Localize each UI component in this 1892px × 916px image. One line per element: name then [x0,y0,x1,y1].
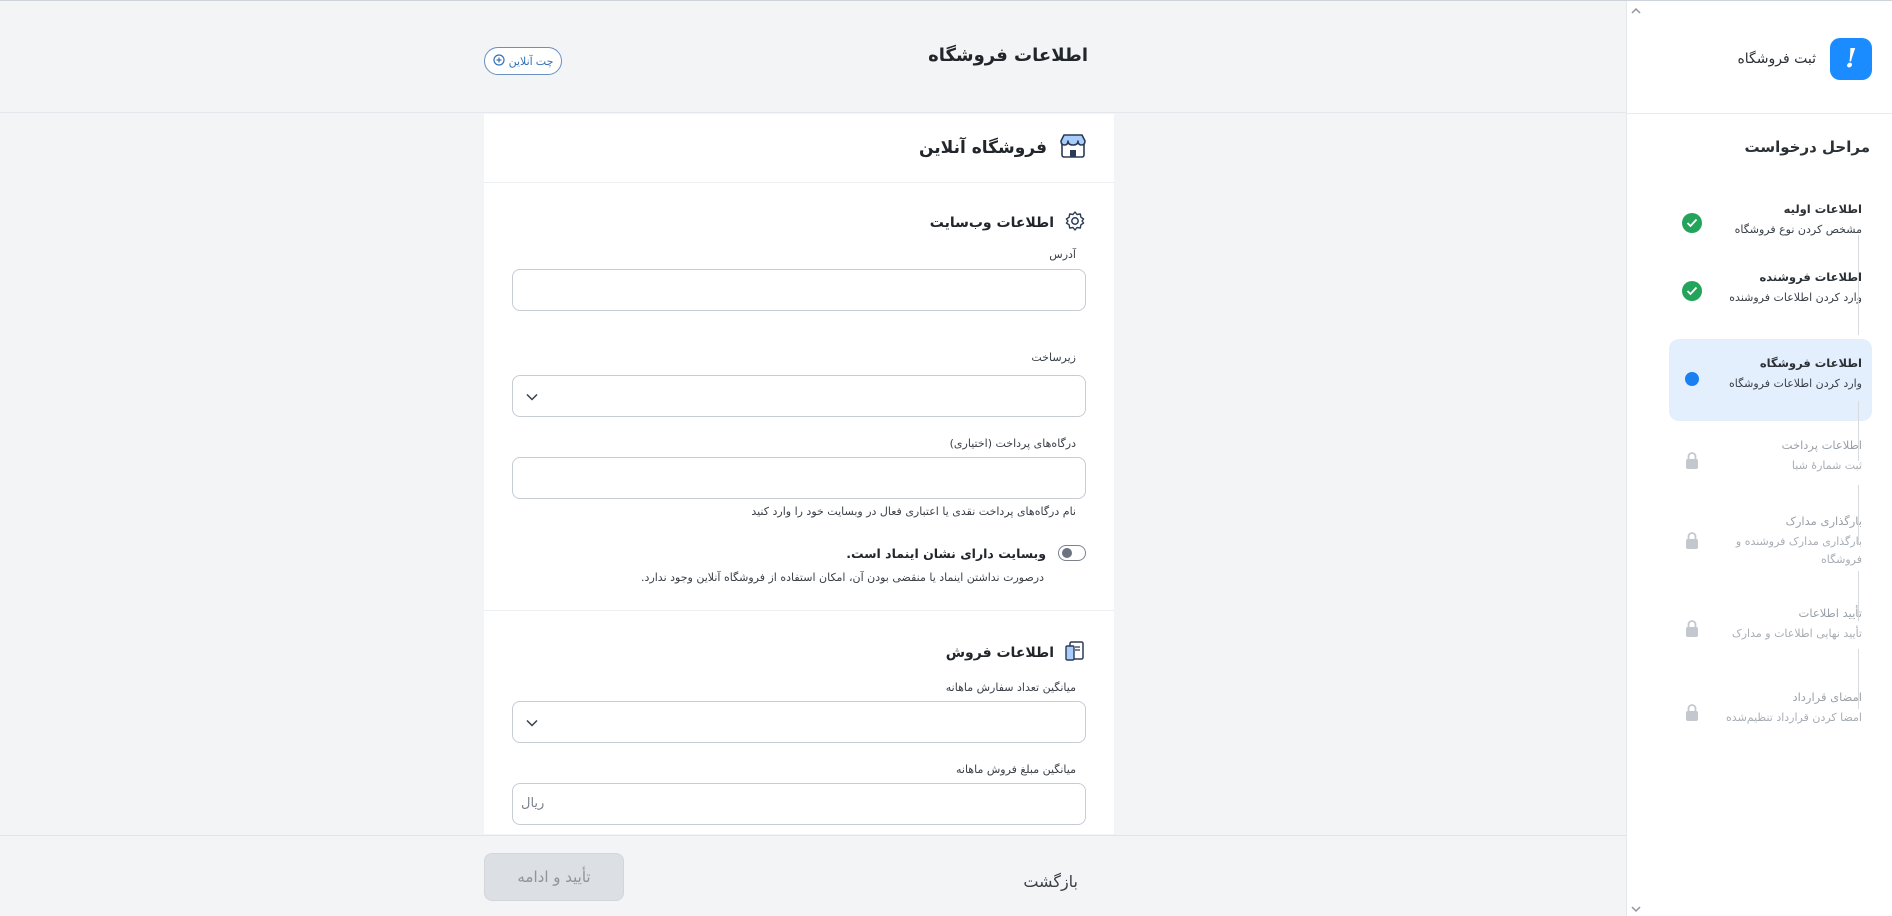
back-button[interactable]: بازگشت [1023,872,1078,891]
step-upload-documents: بارگذاری مدارک بارگذاری مدارک فروشنده و … [1669,501,1872,593]
page-title: اطلاعات فروشگاه [928,45,1088,66]
step-description: بارگذاری مدارک فروشنده و فروشگاه [1735,535,1862,566]
step-title: اطلاعات فروشنده [1759,270,1862,284]
step-connector [1858,485,1859,545]
sales-document-icon [1064,640,1086,666]
address-label: آدرس [1049,248,1076,261]
orders-label: میانگین تعداد سفارش ماهانه [945,681,1076,694]
step-connector [1858,235,1859,335]
footer-bar: بازگشت تأیید و ادامه [0,835,1626,916]
scroll-down-arrow-icon[interactable] [1629,902,1643,916]
step-description: وارد کردن اطلاعات فروشنده [1729,291,1862,304]
monthly-sales-amount-input[interactable]: ریال [512,783,1086,825]
step-confirm-info: تأیید اطلاعات تأیید نهایی اطلاعات و مدار… [1669,593,1872,677]
step-sign-contract: امضای قرارداد امضا کردن قرارداد تنظیم‌شد… [1669,677,1872,747]
step-connector [1858,401,1859,461]
step-description: امضا کردن قرارداد تنظیم‌شده [1726,711,1862,724]
chevron-down-icon [525,389,539,408]
gateways-label: درگاه‌های پرداخت (اختیاری) [949,437,1076,450]
online-chat-button[interactable]: چت آنلاین [484,47,562,75]
current-step-dot-icon [1685,372,1699,386]
step-connector [1858,571,1859,621]
website-section: اطلاعات وب‌سایت آدرس زیرساخت درگاه‌های پ… [484,183,1114,584]
section-title: اطلاعات فروش [945,645,1054,661]
step-description: ثبت شمارهٔ شبا [1791,459,1862,472]
chevron-down-icon [525,715,539,734]
check-icon [1682,281,1702,301]
enamad-row: وبسایت دارای نشان اینماد است. [512,545,1086,561]
currency-unit: ریال [521,796,545,811]
store-icon [1059,132,1087,164]
store-info-card: فروشگاه آنلاین اطلاعات وب‌سایت آدرس زیرس… [484,114,1114,834]
steps-heading: مراحل درخواست [1744,138,1870,156]
chat-button-label: چت آنلاین [508,55,554,68]
section-header: اطلاعات وب‌سایت [512,210,1086,236]
brand-logo: ! [1830,38,1872,80]
step-seller-info[interactable]: اطلاعات فروشنده وارد کردن اطلاعات فروشند… [1669,257,1872,339]
step-description: وارد کردن اطلاعات فروشگاه [1728,377,1862,390]
step-title: بارگذاری مدارک [1785,514,1862,528]
section-title: اطلاعات وب‌سایت [929,215,1054,231]
step-store-info[interactable]: اطلاعات فروشگاه وارد کردن اطلاعات فروشگا… [1669,339,1872,421]
lock-icon [1684,619,1700,639]
payment-gateways-input[interactable] [512,457,1086,499]
section-header: اطلاعات فروش [512,640,1086,666]
lock-icon [1684,531,1700,551]
step-basic-info[interactable]: اطلاعات اولیه مشخص کردن نوع فروشگاه [1669,189,1872,257]
gateways-hint: نام درگاه‌های پرداخت نقدی یا اعتباری فعا… [751,505,1076,518]
step-title: اطلاعات فروشگاه [1759,356,1862,370]
enamad-toggle[interactable] [1058,545,1086,561]
step-title: اطلاعات پرداخت [1781,438,1862,452]
sidebar: ! ثبت فروشگاه مراحل درخواست اطلاعات اولی… [1626,1,1892,916]
monthly-orders-select[interactable] [512,701,1086,743]
divider [1627,113,1892,114]
step-title: تأیید اطلاعات [1798,606,1862,620]
card-header: فروشگاه آنلاین [484,114,1114,183]
confirm-continue-button[interactable]: تأیید و ادامه [484,853,624,901]
enamad-label: وبسایت دارای نشان اینماد است. [846,545,1046,561]
step-description: تأیید نهایی اطلاعات و مدارک [1731,627,1862,640]
brand-title: ثبت فروشگاه [1737,51,1816,67]
amount-label: میانگین مبلغ فروش ماهانه [955,763,1076,776]
step-payment-info: اطلاعات پرداخت ثبت شمارهٔ شبا [1669,421,1872,501]
plus-circle-icon [493,53,505,69]
steps-list: اطلاعات اولیه مشخص کردن نوع فروشگاه اطلا… [1669,189,1872,747]
brand: ! ثبت فروشگاه [1737,38,1872,80]
scroll-up-arrow-icon[interactable] [1629,3,1643,17]
step-title: اطلاعات اولیه [1783,202,1862,216]
lock-icon [1684,703,1700,723]
platform-label: زیرساخت [1031,351,1076,364]
sales-section: اطلاعات فروش میانگین تعداد سفارش ماهانه … [484,611,1114,825]
gear-icon [1064,210,1086,236]
step-connector [1858,649,1859,709]
step-title: امضای قرارداد [1792,690,1862,704]
main-header: اطلاعات فروشگاه چت آنلاین [0,1,1626,113]
platform-select[interactable] [512,375,1086,417]
card-title: فروشگاه آنلاین [918,138,1047,158]
check-icon [1682,213,1702,233]
lock-icon [1684,451,1700,471]
address-input[interactable] [512,269,1086,311]
step-description: مشخص کردن نوع فروشگاه [1734,223,1862,236]
enamad-hint: درصورت نداشتن اینماد یا منقضی بودن آن، ا… [641,571,1044,584]
